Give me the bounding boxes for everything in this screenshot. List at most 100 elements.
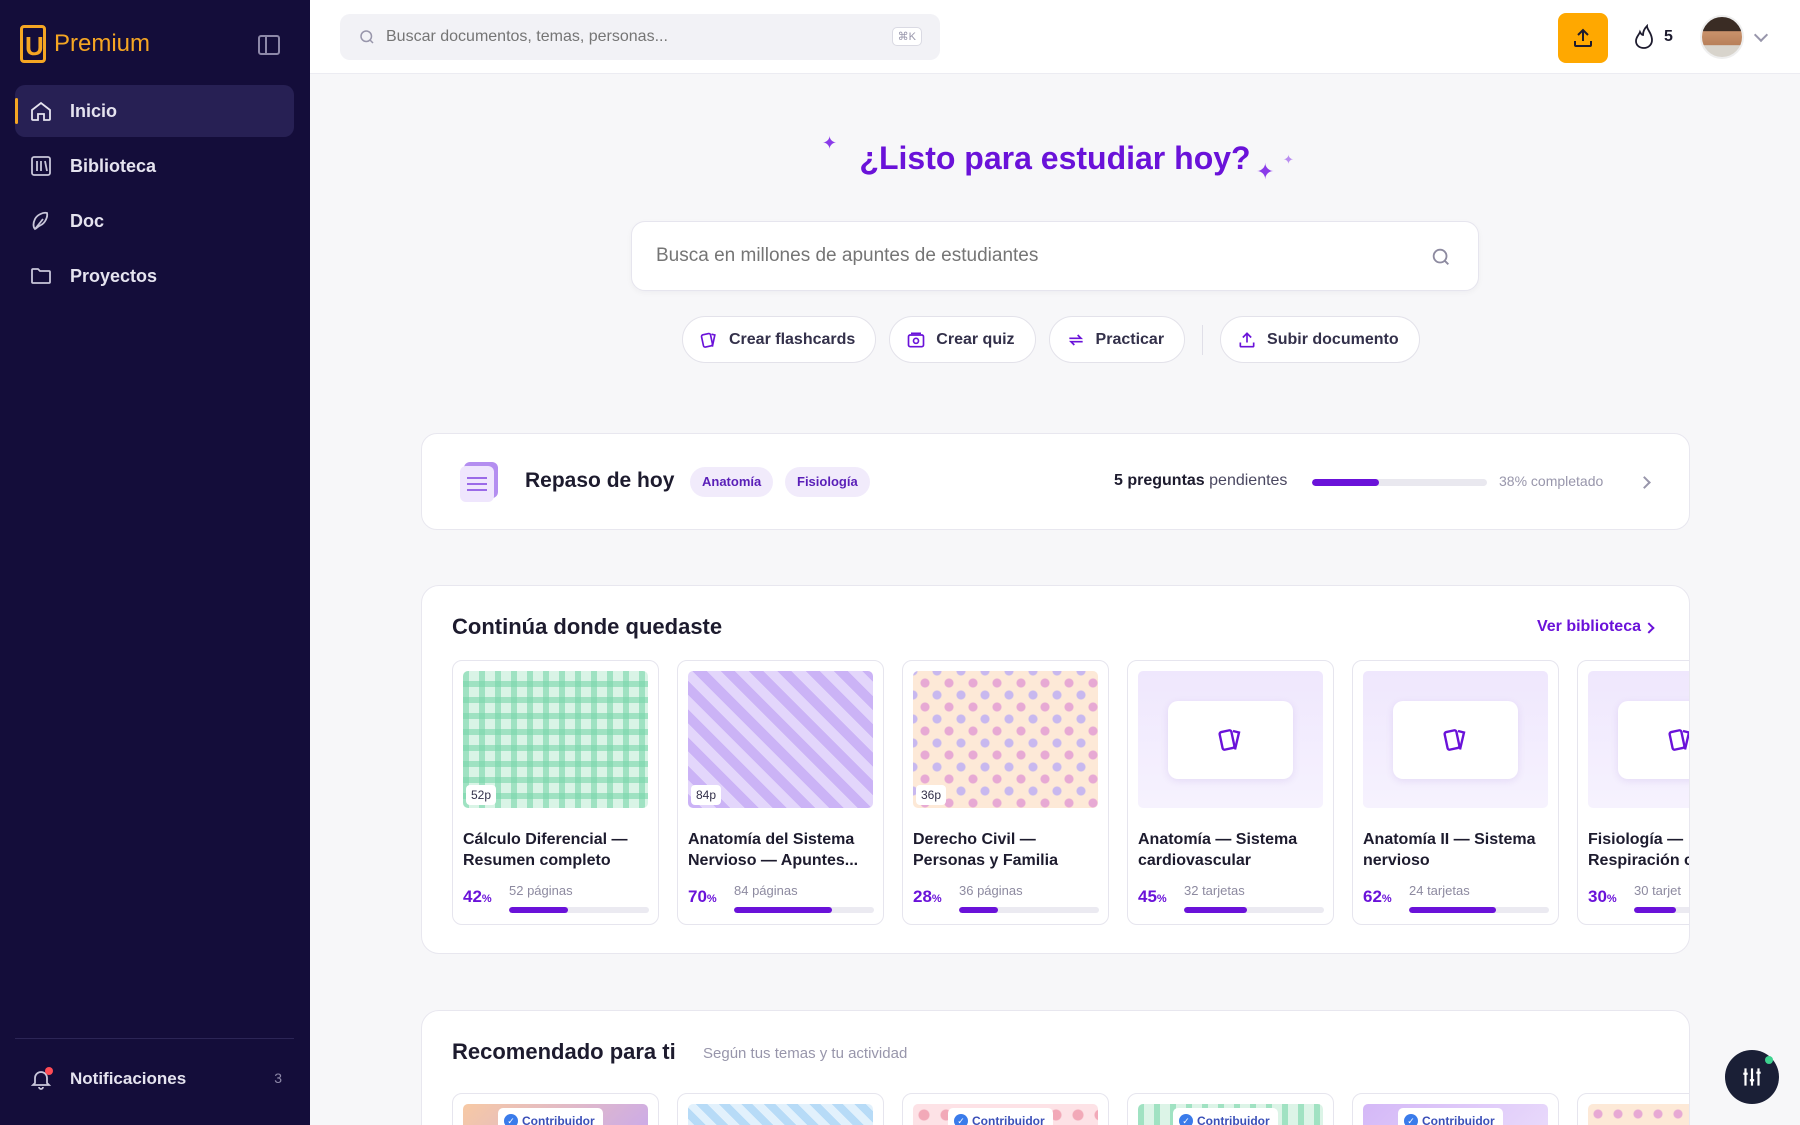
document-card[interactable]: 52p Cálculo Diferencial — Resumen complet… [452,660,659,925]
recommended-card[interactable] [1577,1093,1689,1125]
chevron-down-icon[interactable] [1753,27,1769,43]
pending-questions: 5 preguntas pendientes [1114,472,1287,490]
card-title: Anatomía del Sistema Nervioso — Apuntes.… [688,831,859,869]
card-meta: 52 páginas [509,883,573,898]
search-icon[interactable] [1430,246,1452,268]
brand-logo[interactable]: Premium [20,25,150,63]
contributor-badge: ✓ Contribuidor [948,1108,1053,1125]
review-title: Repaso de hoy [525,469,675,492]
card-thumbnail [688,1104,873,1125]
card-title: Derecho Civil — Personas y Familia [913,831,1058,869]
home-icon [29,99,53,123]
percent-sign: % [1381,893,1392,905]
filters-button[interactable] [1725,1050,1779,1104]
continue-section: Continúa donde quedaste Ver biblioteca 5… [421,585,1690,954]
card-percent: 30% [1588,887,1617,907]
card-thumbnail [1138,671,1323,808]
streak-count: 5 [1664,28,1673,45]
notifications-button[interactable]: Notificaciones 3 [15,1055,294,1103]
streak-counter[interactable]: 5 [1632,24,1673,50]
sparkle-icon: ✦ [1256,159,1275,184]
section-title: Recomendado para ti [452,1039,676,1064]
chevron-right-icon[interactable] [1643,622,1655,634]
card-progress-bar [1409,907,1549,913]
card-thumbnail: 84p [688,671,873,808]
card-percent-value: 62 [1363,887,1382,906]
upload-button[interactable] [1558,13,1608,63]
card-title: Cálculo Diferencial — Resumen completo [463,831,628,869]
doc-icon [29,209,53,233]
global-search[interactable]: ⌘K [340,14,940,60]
card-progress-bar [959,907,1099,913]
card-title: Anatomía II — Sistema nervioso [1363,831,1536,869]
document-card[interactable]: 84p Anatomía del Sistema Nervioso — Apunt… [677,660,884,925]
main-search-input[interactable] [656,245,1416,267]
recommended-card[interactable]: ✓ Contribuidor [1127,1093,1334,1125]
sidebar-item-proyectos[interactable]: Proyectos [15,250,294,302]
document-card[interactable]: Anatomía — Sistema cardiovascular 45% 32 t… [1127,660,1334,925]
card-thumbnail: 52p [463,671,648,808]
sidebar-divider [15,1038,294,1039]
view-library-link[interactable]: Ver biblioteca [1537,618,1641,636]
section-subtitle: Según tus temas y tu actividad [703,1045,908,1062]
review-progress-label: 38% completado [1499,473,1604,489]
practice-button[interactable]: Practicar [1048,316,1186,363]
card-progress-fill [1409,907,1496,913]
card-percent-value: 42 [463,887,482,906]
flashcard-deck [1618,701,1689,779]
card-percent: 42% [463,887,492,907]
document-card[interactable]: Anatomía II — Sistema nervioso 62% 24 tarj… [1352,660,1559,925]
upload-icon [1239,331,1255,347]
card-meta: 36 páginas [959,883,1023,898]
create-quiz-button[interactable]: Crear quiz [889,316,1036,363]
library-icon [29,154,53,178]
action-label: Crear flashcards [729,330,856,348]
flashcards-icon [1441,725,1471,755]
document-card[interactable]: Fisiología — Respiración c 30% 30 tarjet [1577,660,1689,925]
verified-icon: ✓ [1404,1114,1418,1125]
sidebar-collapse-icon[interactable] [258,35,280,55]
chevron-right-icon[interactable] [1638,476,1651,489]
global-search-input[interactable] [386,28,866,46]
quick-actions: Crear flashcards Crear quiz Practicar Su… [682,316,1420,363]
recommended-cards: ✓ Contribuidor ✓ Contribuidor ✓ Contribuidor ✓… [452,1093,1689,1125]
card-percent-value: 45 [1138,887,1157,906]
recommended-card[interactable] [677,1093,884,1125]
recommended-card[interactable]: ✓ Contribuidor [902,1093,1109,1125]
upload-document-button[interactable]: Subir documento [1220,316,1420,363]
page-count-badge: 36p [916,785,947,805]
card-meta: 84 páginas [734,883,798,898]
main-search[interactable] [631,221,1479,291]
card-progress-bar [1184,907,1324,913]
create-flashcards-button[interactable]: Crear flashcards [682,316,877,363]
card-thumbnail [1588,671,1689,808]
card-title: Anatomía — Sistema cardiovascular [1138,831,1298,869]
notifications-count: 3 [274,1070,282,1086]
document-card[interactable]: 36p Derecho Civil — Personas y Familia 28%… [902,660,1109,925]
review-doc-icon [460,462,498,502]
upload-icon [1574,28,1592,47]
contributor-label: Contribuidor [1197,1114,1270,1125]
avatar[interactable] [1700,15,1744,59]
flashcards-icon [1666,725,1689,755]
sidebar-item-label: Proyectos [70,265,158,286]
sidebar-item-inicio[interactable]: Inicio [15,85,294,137]
top-bar: ⌘K 5 [310,0,1800,74]
card-meta: 24 tarjetas [1409,883,1470,898]
contributor-badge: ✓ Contribuidor [1173,1108,1278,1125]
bell-icon [29,1067,53,1091]
review-progress-fill [1312,479,1379,486]
daily-review-card[interactable]: Repaso de hoy Anatomía Fisiología 5 preg… [421,433,1690,530]
card-progress-bar [509,907,649,913]
percent-sign: % [1606,893,1617,905]
tag-anatomia[interactable]: Anatomía [690,467,774,497]
sidebar-item-biblioteca[interactable]: Biblioteca [15,140,294,192]
card-meta: 32 tarjetas [1184,883,1245,898]
sliders-icon [1743,1068,1761,1086]
recommended-card[interactable]: ✓ Contribuidor [452,1093,659,1125]
flashcard-deck [1168,701,1293,779]
recommended-card[interactable]: ✓ Contribuidor [1352,1093,1559,1125]
card-thumbnail [1363,671,1548,808]
sidebar-item-doc[interactable]: Doc [15,195,294,247]
tag-fisiologia[interactable]: Fisiología [785,467,870,497]
